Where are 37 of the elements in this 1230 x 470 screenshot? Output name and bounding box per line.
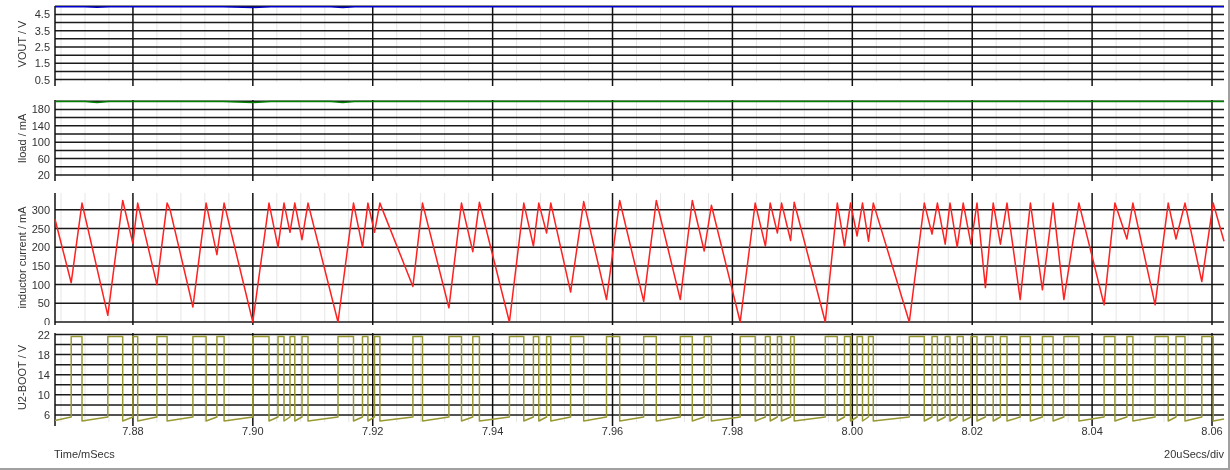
- y-tick-label: 300: [31, 203, 50, 216]
- y-tick-label: 60: [37, 152, 50, 165]
- y-tick-label: 180: [31, 103, 50, 116]
- x-tick-label: 8.06: [1201, 425, 1223, 437]
- y-tick-label: 3.5: [34, 24, 50, 37]
- y-tick-label: 2.5: [34, 41, 50, 53]
- x-tick-label: 8.00: [841, 425, 864, 437]
- y-tick-label: 4.5: [34, 8, 50, 21]
- y-tick-label: 200: [31, 241, 50, 254]
- y-tick-label: 18: [37, 348, 50, 361]
- x-tick-label: 8.04: [1081, 425, 1103, 437]
- y-tick-label: 10: [37, 388, 50, 401]
- y-tick-label: 1.5: [34, 57, 50, 70]
- y-tick-label: 100: [31, 136, 50, 149]
- x-tick-label: 8.02: [961, 425, 983, 437]
- y-axis-title: U2-BOOT / V: [16, 344, 28, 411]
- x-tick-label: 7.90: [242, 425, 264, 437]
- y-axis-title: inductor current / mA: [16, 206, 28, 309]
- y-tick-label: 14: [37, 368, 50, 381]
- x-tick-label: 7.88: [122, 425, 144, 437]
- y-tick-label: 50: [37, 297, 50, 310]
- x-tick-label: 7.96: [601, 425, 624, 437]
- y-tick-label: 20: [37, 168, 50, 181]
- y-tick-label: 6: [43, 408, 50, 421]
- x-tick-label: 7.92: [362, 425, 384, 437]
- y-tick-label: 150: [31, 259, 50, 272]
- y-axis-title: Iload / mA: [16, 113, 28, 164]
- x-tick-label: 7.94: [481, 425, 504, 437]
- y-axis-title: VOUT / V: [16, 20, 28, 68]
- y-tick-label: 22: [37, 328, 50, 341]
- y-tick-label: 0.5: [34, 73, 50, 86]
- x-tick-label: 7.98: [721, 425, 744, 437]
- x-axis-title: Time/mSecs: [54, 446, 115, 462]
- y-tick-label: 100: [31, 278, 50, 291]
- y-tick-label: 140: [31, 119, 50, 132]
- time-scale-label: 20uSecs/div: [1164, 446, 1224, 462]
- y-tick-label: 250: [31, 222, 50, 235]
